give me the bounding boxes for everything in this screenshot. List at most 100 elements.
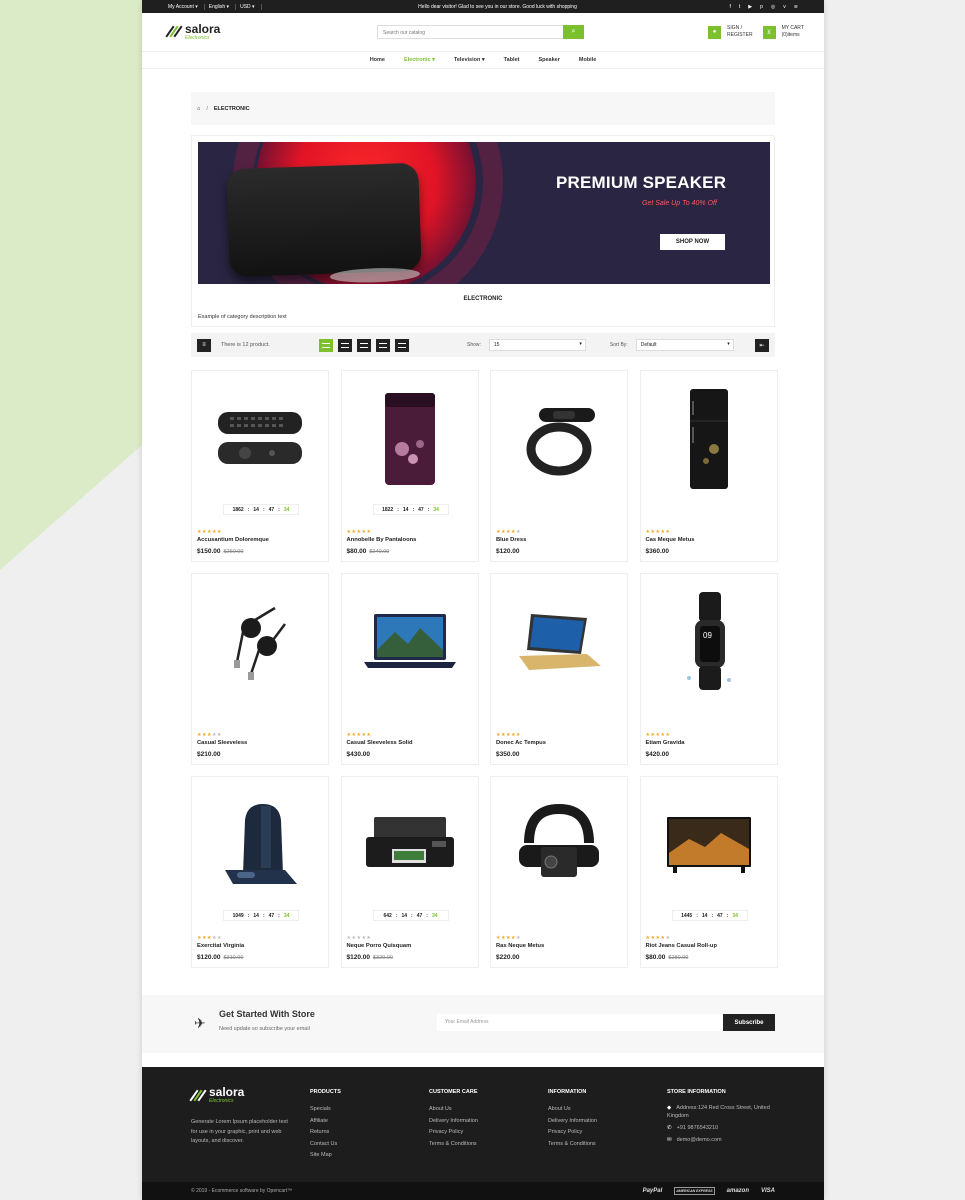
product-name[interactable]: Annobelle By Pantaloons (347, 537, 417, 543)
currency-dropdown[interactable]: USD ▾ (240, 3, 262, 10)
product-card[interactable]: ★★★★★ Ras Neque Metus $220.00 (490, 776, 628, 968)
product-image[interactable] (192, 785, 328, 905)
twitter-icon[interactable]: t (739, 4, 740, 10)
newsletter-email-input[interactable]: Your Email Address (437, 1014, 723, 1031)
footer-link[interactable]: Privacy Policy (548, 1127, 597, 1139)
account-dropdown[interactable]: My Account ▾ (168, 3, 205, 10)
nav-home[interactable]: Home (370, 57, 385, 63)
store-logo[interactable]: salora Electronics (165, 21, 221, 41)
footer-link[interactable]: Contact Us (310, 1139, 341, 1151)
product-name[interactable]: Accusantium Doloremque (197, 537, 269, 543)
list-view-button[interactable] (395, 338, 409, 352)
footer-link[interactable]: Returns (310, 1127, 341, 1139)
product-card[interactable]: ★★★★★ Cas Meque Metus $360.00 (639, 370, 778, 562)
language-dropdown[interactable]: English ▾ (209, 3, 237, 10)
category-description: Example of category description text (198, 314, 287, 320)
product-card[interactable]: 1822:14:47:34 ★★★★★ Annobelle By Pantalo… (340, 370, 479, 562)
product-card[interactable]: 1862:14:47:34 ★★★★★ Accusantium Doloremq… (191, 370, 329, 562)
grid-view-5-button[interactable] (376, 338, 390, 352)
visa-icon: VISA (760, 1188, 775, 1194)
grid-view-3-button[interactable] (338, 338, 352, 352)
footer-link[interactable]: Specials (310, 1104, 341, 1116)
logo-name: salora (185, 21, 221, 36)
newsletter-title: Get Started With Store (219, 1009, 315, 1019)
product-image[interactable] (491, 582, 627, 702)
product-name[interactable]: Neque Porro Quisquam (347, 943, 412, 949)
product-image[interactable] (491, 379, 627, 499)
product-card[interactable]: 09 ★★★★★ Etiam Gravida $420.00 (639, 573, 778, 765)
signin-link[interactable]: SIGN / REGISTER (727, 25, 753, 39)
product-name[interactable]: Riot Jeans Casual Roll-up (646, 943, 718, 949)
product-image[interactable] (342, 379, 478, 499)
product-name[interactable]: Cas Meque Metus (646, 537, 695, 543)
footer-link[interactable]: Site Map (310, 1150, 341, 1162)
store-address: ◆ Address:124 Red Cross Street, United Ki… (667, 1105, 770, 1119)
vimeo-icon[interactable]: v (783, 4, 786, 10)
product-image[interactable] (342, 582, 478, 702)
filter-toggle-icon[interactable]: ≡ (197, 338, 211, 352)
product-name[interactable]: Donec Ac Tempus (496, 740, 546, 746)
product-price: $420.00 (645, 751, 670, 758)
product-card[interactable]: ★★★★★ Casual Sleeveless Solid $430.00 (340, 573, 479, 765)
footer-link[interactable]: Delivery Information (429, 1116, 478, 1128)
product-image[interactable] (192, 582, 328, 702)
footer-link[interactable]: Delivery Information (548, 1116, 597, 1128)
product-image[interactable] (641, 785, 777, 905)
search-button[interactable]: ⌕ (563, 25, 584, 39)
rss-icon[interactable]: ≋ (794, 4, 798, 10)
social-links: f t ▶ p ◎ v ≋ (730, 4, 799, 10)
product-card[interactable]: ★★★★★ Blue Dress $120.00 (490, 370, 628, 562)
subscribe-button[interactable]: Subscribe (723, 1014, 775, 1031)
nav-mobile[interactable]: Mobile (579, 57, 596, 63)
footer-logo[interactable]: salora Electronics (189, 1086, 244, 1104)
sidebar-toggle-icon[interactable]: ⇤ (755, 338, 769, 352)
search-input[interactable]: Search our catalog (377, 25, 563, 39)
show-select[interactable]: 15 (488, 339, 586, 351)
footer-link[interactable]: About Us (429, 1104, 478, 1116)
product-card[interactable]: ★★★★★ Casual Sleeveless $210.00 (191, 573, 329, 765)
product-image[interactable] (641, 379, 777, 499)
nav-television[interactable]: Television ▾ (454, 57, 485, 63)
facebook-icon[interactable]: f (730, 4, 731, 10)
footer-link[interactable]: Privacy Policy (429, 1127, 478, 1139)
product-image[interactable] (342, 785, 478, 905)
pinterest-icon[interactable]: p (760, 4, 763, 10)
cart-link[interactable]: MY CART (0)items (782, 25, 804, 39)
footer-link[interactable]: Affiliate (310, 1116, 341, 1128)
footer-link[interactable]: Terms & Conditions (548, 1139, 597, 1151)
nav-electronic[interactable]: Electronic ▾ (404, 57, 435, 63)
nav-tablet[interactable]: Tablet (504, 57, 520, 63)
footer-link[interactable]: Terms & Conditions (429, 1139, 478, 1151)
product-card[interactable]: 1445:14:47:34 ★★★★★ Riot Jeans Casual Ro… (639, 776, 778, 968)
product-image[interactable]: 09 (641, 582, 777, 702)
shop-now-button[interactable]: SHOP NOW (660, 234, 725, 250)
product-card[interactable]: ★★★★★ Donec Ac Tempus $350.00 (490, 573, 628, 765)
home-icon[interactable]: ⌂ (197, 106, 200, 112)
product-price: $220.00 (496, 954, 520, 961)
store-email[interactable]: ✉ demo@demo.com (667, 1135, 777, 1147)
product-name[interactable]: Casual Sleeveless (197, 740, 247, 746)
category-banner[interactable]: PREMIUM SPEAKER Get Sale Up To 40% Off S… (198, 142, 770, 284)
product-name[interactable]: Blue Dress (496, 537, 526, 543)
sort-select[interactable]: Default (635, 339, 734, 351)
product-card[interactable]: 1049:14:47:34 ★★★★★ Exercitat Virginia $… (191, 776, 329, 968)
product-image[interactable] (192, 379, 328, 499)
grid-view-4-button[interactable] (357, 338, 371, 352)
product-name[interactable]: Etiam Gravida (646, 740, 685, 746)
youtube-icon[interactable]: ▶ (748, 4, 752, 10)
product-name[interactable]: Ras Neque Metus (496, 943, 544, 949)
user-icon[interactable]: ● (708, 25, 721, 39)
instagram-icon[interactable]: ◎ (771, 4, 775, 10)
product-card[interactable]: 642:14:47:34 ★★★★★ Neque Porro Quisquam … (340, 776, 479, 968)
product-name[interactable]: Exercitat Virginia (197, 943, 244, 949)
footer-link[interactable]: About Us (548, 1104, 597, 1116)
nav-speaker[interactable]: Speaker (538, 57, 559, 63)
deal-countdown: 1445:14:47:34 (671, 910, 748, 921)
location-icon: ◆ (667, 1105, 672, 1111)
product-name[interactable]: Casual Sleeveless Solid (347, 740, 413, 746)
category-info: PREMIUM SPEAKER Get Sale Up To 40% Off S… (191, 135, 775, 327)
cart-icon[interactable]: ⊻ (762, 25, 776, 39)
rating-stars: ★★★★★ (346, 935, 372, 941)
product-image[interactable] (491, 785, 627, 905)
grid-view-2-button[interactable] (319, 338, 333, 352)
